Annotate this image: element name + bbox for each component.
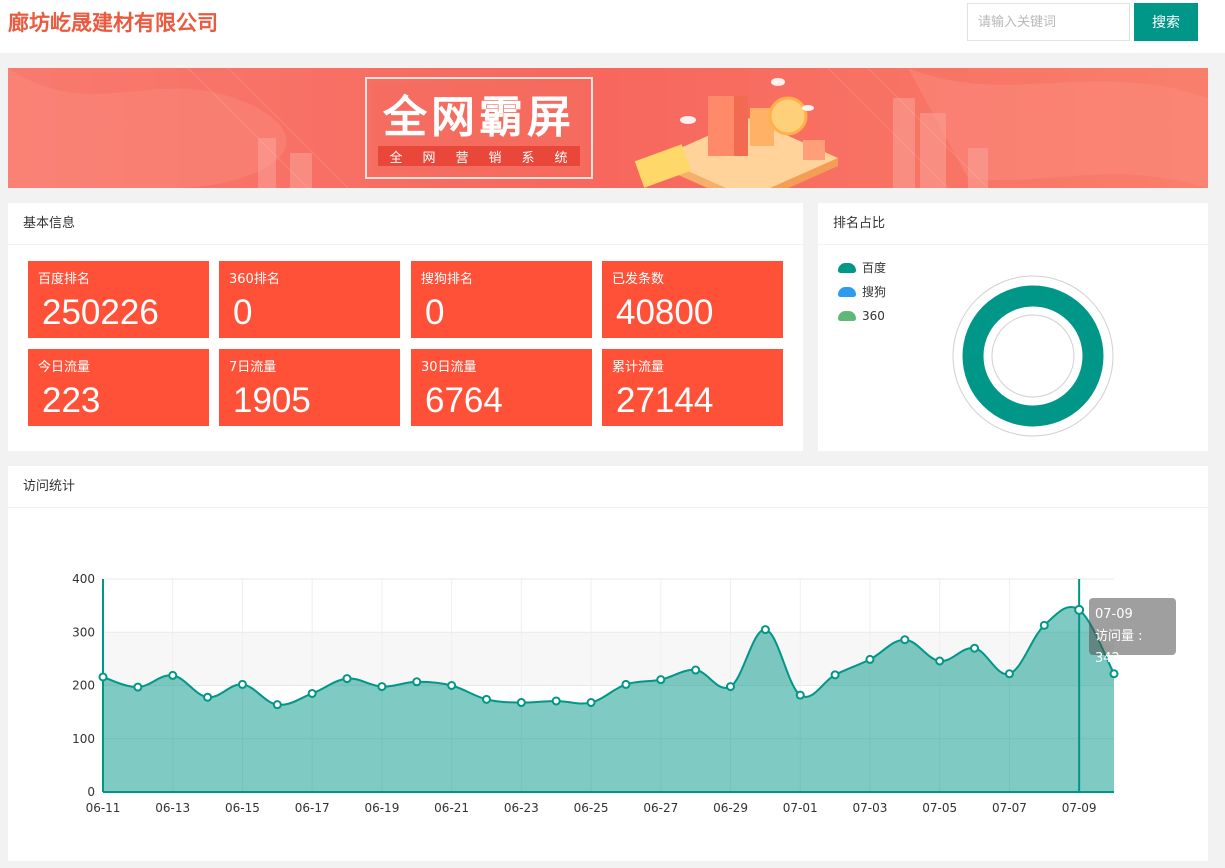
- x-tick-label: 06-17: [295, 801, 330, 815]
- tooltip-value-label: 访问量: [1095, 629, 1135, 644]
- tooltip-value-number: 342: [1095, 651, 1120, 666]
- data-point[interactable]: [726, 682, 736, 692]
- x-tick-label: 06-19: [364, 801, 399, 815]
- data-point[interactable]: [1004, 669, 1014, 679]
- data-point[interactable]: [586, 698, 596, 708]
- x-tick-label: 06-11: [86, 801, 121, 815]
- data-point[interactable]: [203, 692, 213, 702]
- x-tick-label: 06-27: [643, 801, 678, 815]
- data-point[interactable]: [98, 672, 108, 682]
- data-point[interactable]: [935, 656, 945, 666]
- data-point[interactable]: [272, 700, 282, 710]
- data-point[interactable]: [795, 690, 805, 700]
- data-point[interactable]: [1109, 669, 1119, 679]
- data-point[interactable]: [447, 681, 457, 690]
- y-tick-label: 400: [72, 572, 95, 586]
- x-tick-label: 07-01: [783, 801, 818, 815]
- y-tick-label: 100: [72, 732, 95, 746]
- data-point[interactable]: [237, 679, 247, 689]
- data-point[interactable]: [377, 682, 387, 692]
- data-point[interactable]: [865, 654, 875, 664]
- tooltip-date: 07-09: [1095, 607, 1133, 622]
- data-point[interactable]: [133, 682, 143, 692]
- x-tick-label: 06-13: [155, 801, 190, 815]
- data-point[interactable]: [830, 670, 840, 680]
- y-tick-label: 300: [72, 625, 95, 639]
- data-point[interactable]: [970, 643, 980, 653]
- x-tick-label: 06-29: [713, 801, 748, 815]
- x-tick-label: 07-03: [853, 801, 888, 815]
- data-point[interactable]: [656, 675, 666, 685]
- data-point[interactable]: [691, 665, 701, 675]
- data-point[interactable]: [516, 698, 526, 708]
- x-tick-label: 07-09: [1062, 801, 1097, 815]
- tooltip-value: 访问量 : 342: [1095, 629, 1143, 666]
- data-point[interactable]: [1074, 604, 1085, 615]
- data-point[interactable]: [551, 696, 561, 706]
- data-point[interactable]: [621, 679, 631, 689]
- y-tick-label: 0: [87, 785, 95, 799]
- chart-tooltip: 07-09 访问量 : 342: [1089, 598, 1176, 666]
- visits-area-chart: 0 100 200 300 400 06-11 06-13 06-15 06-17 06-19 06…: [72, 572, 1119, 815]
- x-tick-label: 06-21: [434, 801, 469, 815]
- data-point[interactable]: [168, 670, 178, 680]
- data-point[interactable]: [342, 674, 352, 684]
- x-tick-label: 07-07: [992, 801, 1027, 815]
- data-point[interactable]: [412, 677, 422, 687]
- data-point[interactable]: [760, 625, 770, 635]
- data-point[interactable]: [900, 635, 910, 645]
- data-point[interactable]: [1039, 620, 1049, 630]
- x-tick-label: 06-15: [225, 801, 260, 815]
- data-point[interactable]: [307, 688, 317, 698]
- x-tick-label: 06-23: [504, 801, 539, 815]
- y-tick-label: 200: [72, 679, 95, 693]
- x-tick-label: 07-05: [922, 801, 957, 815]
- x-tick-label: 06-25: [574, 801, 609, 815]
- data-point[interactable]: [481, 694, 491, 704]
